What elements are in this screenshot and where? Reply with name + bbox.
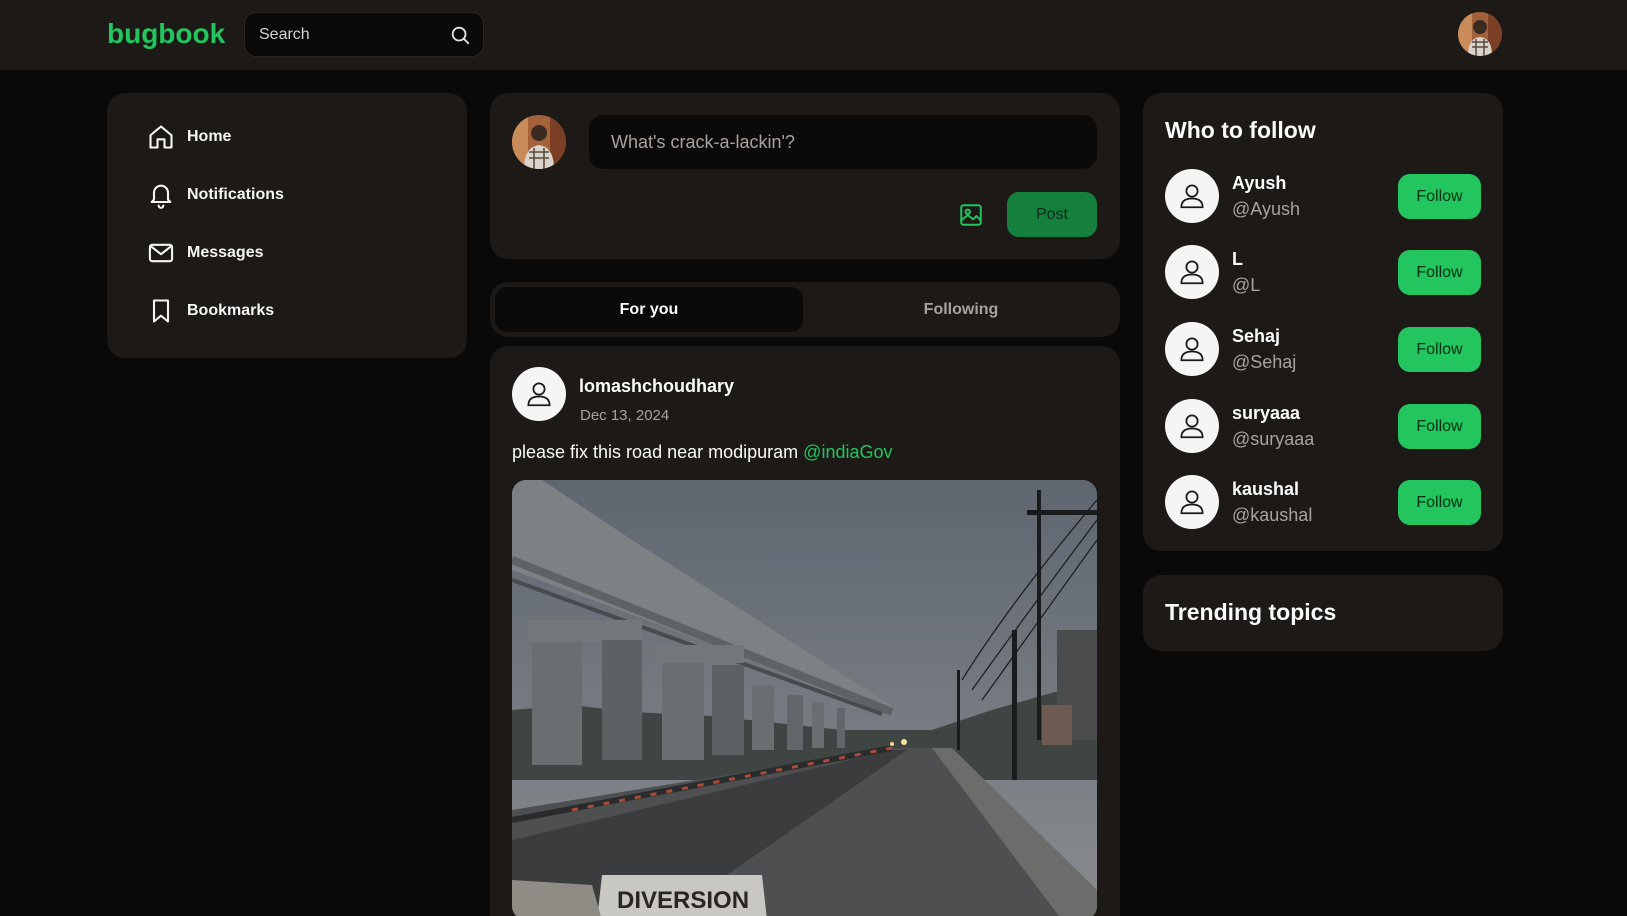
tab-following[interactable]: Following <box>807 287 1115 332</box>
follow-button[interactable]: Follow <box>1398 480 1481 525</box>
feed-tabs: For you Following <box>490 282 1120 337</box>
composer-avatar <box>512 115 566 169</box>
sidebar-menu: Home Notifications Messages Bookmarks <box>107 93 467 358</box>
user-placeholder-icon <box>527 382 551 407</box>
trending-topics: Trending topics <box>1143 575 1503 651</box>
follow-handle: @kaushal <box>1232 505 1313 525</box>
follow-name[interactable]: kaushal <box>1232 479 1299 500</box>
post-button[interactable]: Post <box>1007 192 1097 237</box>
sidebar-item-home[interactable]: Home <box>147 117 231 157</box>
post-author-avatar[interactable] <box>512 367 566 421</box>
sidebar-item-label: Bookmarks <box>187 302 275 319</box>
follow-button[interactable]: Follow <box>1398 174 1481 219</box>
avatar[interactable] <box>1165 475 1219 529</box>
follow-handle: @suryaaa <box>1232 429 1315 449</box>
avatar[interactable] <box>1165 399 1219 453</box>
follow-handle: @Ayush <box>1232 199 1300 219</box>
user-avatar[interactable] <box>1458 12 1502 56</box>
search-box[interactable] <box>244 12 484 57</box>
home-icon <box>149 125 173 149</box>
mail-icon <box>148 243 174 263</box>
logo[interactable]: bugbook <box>107 18 225 50</box>
user-placeholder-icon <box>1180 490 1204 515</box>
sidebar-item-label: Notifications <box>187 186 284 203</box>
tab-for-you[interactable]: For you <box>495 287 803 332</box>
search-input[interactable] <box>259 13 439 56</box>
bell-icon <box>150 184 172 209</box>
who-to-follow-title: Who to follow <box>1165 117 1316 143</box>
follow-suggestion: suryaaa @suryaaa Follow <box>1165 399 1481 453</box>
follow-button[interactable]: Follow <box>1398 404 1481 449</box>
post-input[interactable]: What's crack-a-lackin'? <box>589 115 1097 169</box>
user-placeholder-icon <box>1180 184 1204 209</box>
sidebar-item-notifications[interactable]: Notifications <box>147 175 284 215</box>
follow-button[interactable]: Follow <box>1398 327 1481 372</box>
sidebar-item-bookmarks[interactable]: Bookmarks <box>147 291 274 331</box>
top-bar: bugbook <box>0 0 1627 70</box>
user-placeholder-icon <box>1180 337 1204 362</box>
user-placeholder-icon <box>1180 414 1204 439</box>
sidebar-item-label: Messages <box>187 244 264 261</box>
follow-suggestion: kaushal @kaushal Follow <box>1165 475 1481 529</box>
search-icon[interactable] <box>449 24 471 46</box>
follow-suggestion: Sehaj @Sehaj Follow <box>1165 322 1481 376</box>
follow-name[interactable]: L <box>1232 249 1243 270</box>
follow-button[interactable]: Follow <box>1398 250 1481 295</box>
who-to-follow: Who to follow Ayush @Ayush Follow L @L F… <box>1143 93 1503 551</box>
post-body: please fix this road near modipuram <box>512 442 799 462</box>
follow-handle: @Sehaj <box>1232 352 1297 372</box>
avatar[interactable] <box>1165 322 1219 376</box>
follow-handle: @L <box>1232 275 1261 295</box>
image-upload-icon[interactable] <box>958 202 984 228</box>
feed-post: lomashchoudhary Dec 13, 2024 please fix … <box>490 346 1120 916</box>
post-author-name[interactable]: lomashchoudhary <box>579 376 734 397</box>
avatar[interactable] <box>1165 169 1219 223</box>
post-text: please fix this road near modipuram @ind… <box>512 442 893 463</box>
trending-title: Trending topics <box>1165 599 1337 625</box>
post-date[interactable]: Dec 13, 2024 <box>580 407 669 424</box>
bookmark-icon <box>152 299 170 323</box>
follow-suggestion: L @L Follow <box>1165 245 1481 299</box>
sidebar-item-label: Home <box>187 128 232 145</box>
diversion-sign-text: DIVERSION <box>617 887 749 914</box>
post-image[interactable]: DIVERSION <box>512 480 1097 916</box>
follow-name[interactable]: Sehaj <box>1232 326 1280 347</box>
user-placeholder-icon <box>1180 260 1204 285</box>
avatar[interactable] <box>1165 245 1219 299</box>
mention-link[interactable]: @indiaGov <box>803 442 892 462</box>
follow-name[interactable]: suryaaa <box>1232 403 1300 424</box>
follow-suggestion: Ayush @Ayush Follow <box>1165 169 1481 223</box>
sidebar-item-messages[interactable]: Messages <box>147 233 264 273</box>
post-composer: What's crack-a-lackin'? Post <box>490 93 1120 259</box>
follow-name[interactable]: Ayush <box>1232 173 1286 194</box>
